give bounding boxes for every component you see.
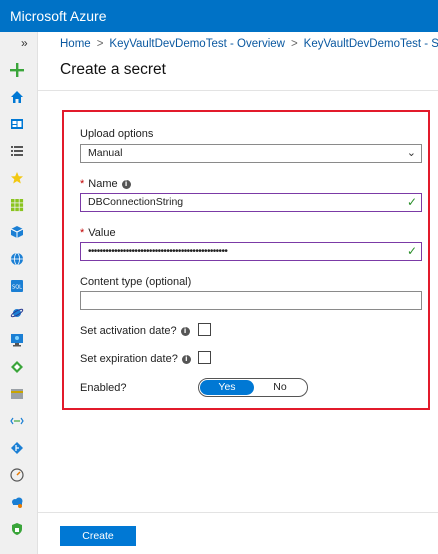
grid-icon[interactable] [8, 196, 26, 214]
diamond-icon[interactable] [8, 358, 26, 376]
breadcrumb: Home > KeyVaultDevDemoTest - Overview > KeyV… [60, 38, 438, 50]
breadcrumb-overview[interactable]: KeyVaultDevDemoTest - Overview [109, 38, 285, 50]
name-input-value: DBConnectionString [88, 196, 184, 208]
star-icon[interactable] [8, 169, 26, 187]
info-icon[interactable]: i [180, 326, 190, 336]
dots-icon[interactable] [8, 412, 26, 430]
value-label: Value [88, 227, 116, 239]
content-type-label: Content type (optional) [80, 276, 192, 288]
checkmark-icon: ✓ [406, 244, 417, 258]
activation-checkbox[interactable] [198, 323, 211, 336]
content-type-input[interactable] [80, 291, 422, 310]
activation-label-row: Set activation date? i [80, 325, 190, 337]
name-label-row: * Name i [80, 178, 131, 190]
breadcrumb-secrets[interactable]: KeyVaultDevDemoTest - Secre [304, 38, 438, 50]
value-masked-text: ••••••••••••••••••••••••••••••••••••••••… [88, 246, 228, 257]
checkmark-icon: ✓ [406, 195, 417, 209]
required-asterisk: * [80, 178, 85, 190]
sidebar: » SQL [0, 32, 38, 554]
app-title[interactable]: Microsoft Azure [10, 8, 106, 24]
required-asterisk: * [80, 227, 85, 239]
info-icon[interactable]: i [181, 354, 191, 364]
card-icon[interactable] [8, 385, 26, 403]
expiration-label: Set expiration date? [80, 353, 178, 365]
globe-icon[interactable] [8, 250, 26, 268]
footer-divider [38, 512, 438, 513]
cube-icon[interactable] [8, 223, 26, 241]
name-input[interactable]: DBConnectionString ✓ [80, 193, 422, 212]
cloud-icon[interactable] [8, 493, 26, 511]
create-button[interactable]: Create [60, 526, 136, 546]
value-input[interactable]: ••••••••••••••••••••••••••••••••••••••••… [80, 242, 422, 261]
upload-options-label: Upload options [80, 128, 154, 140]
breadcrumb-separator: > [290, 38, 298, 50]
value-label-row: * Value [80, 227, 116, 239]
breadcrumb-separator: > [96, 38, 104, 50]
upload-options-select[interactable]: Manual ⌄ [80, 144, 422, 163]
planet-icon[interactable] [8, 304, 26, 322]
page-title: Create a secret [60, 61, 166, 78]
enabled-no-option[interactable]: No [255, 380, 305, 395]
title-divider [38, 90, 438, 91]
shield-icon[interactable] [8, 520, 26, 538]
svg-text:SQL: SQL [12, 285, 22, 291]
upload-options-value: Manual [88, 147, 123, 159]
enabled-label: Enabled? [80, 382, 127, 394]
info-icon[interactable]: i [121, 179, 131, 189]
expiration-label-row: Set expiration date? i [80, 353, 191, 365]
enabled-toggle[interactable]: Yes No [198, 378, 308, 397]
monitor-icon[interactable] [8, 331, 26, 349]
name-label: Name [88, 178, 118, 190]
breadcrumb-home[interactable]: Home [60, 38, 91, 50]
sql-icon[interactable]: SQL [8, 277, 26, 295]
chevron-down-icon: ⌄ [406, 146, 416, 159]
dashboard-icon[interactable] [8, 115, 26, 133]
top-bar: Microsoft Azure [0, 0, 438, 32]
list-icon[interactable] [8, 142, 26, 160]
git-icon[interactable] [8, 439, 26, 457]
activation-label: Set activation date? [80, 325, 177, 337]
plus-icon[interactable] [8, 61, 26, 79]
expand-sidebar-icon[interactable]: » [21, 36, 28, 50]
enabled-yes-option[interactable]: Yes [200, 380, 254, 395]
gauge-icon[interactable] [8, 466, 26, 484]
expiration-checkbox[interactable] [198, 351, 211, 364]
home-icon[interactable] [8, 88, 26, 106]
